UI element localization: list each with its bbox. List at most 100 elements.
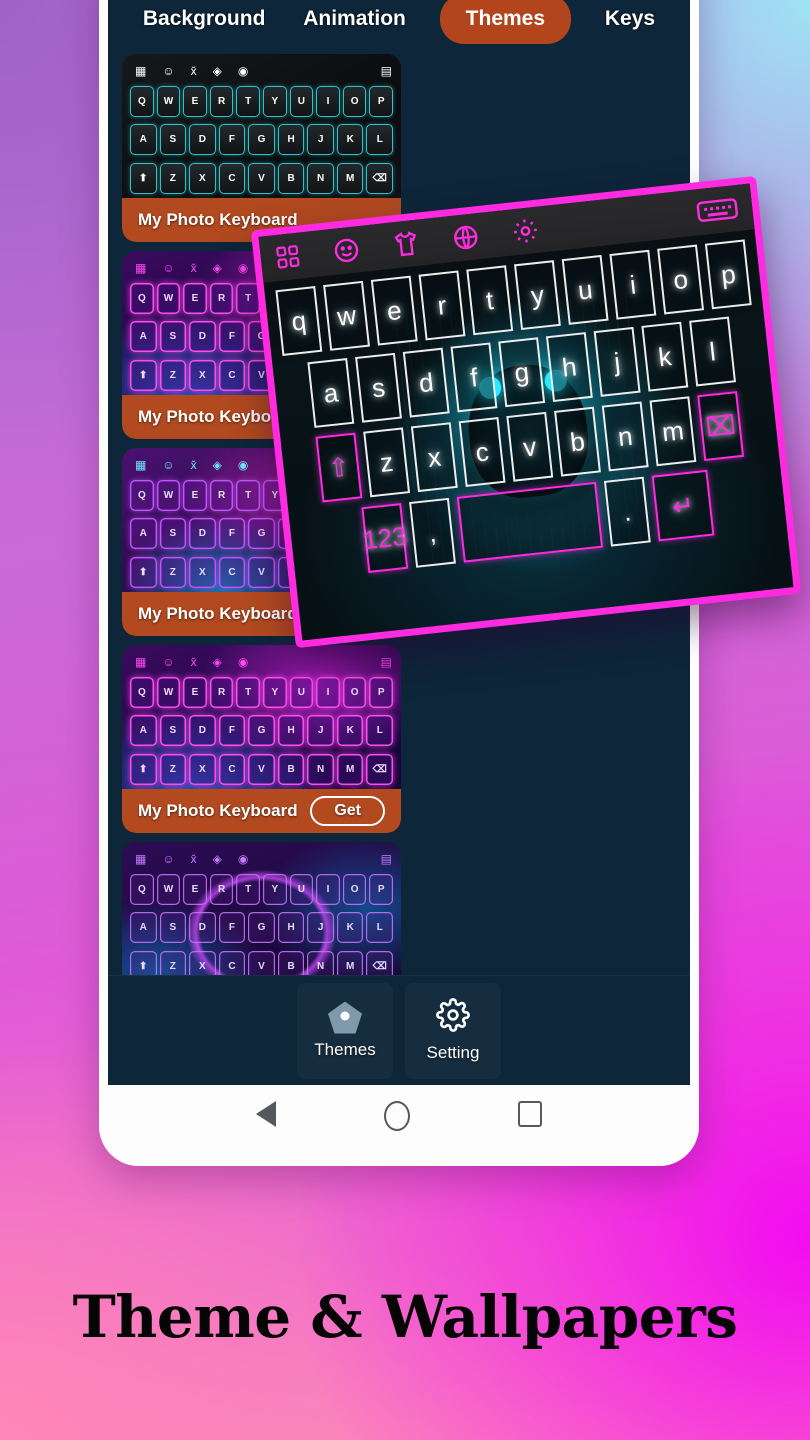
- overlay-key-p[interactable]: p: [704, 239, 752, 310]
- back-button-icon[interactable]: [256, 1101, 276, 1127]
- overlay-key-backspace[interactable]: ⌧: [697, 391, 745, 462]
- grid-icon: ▦: [135, 261, 147, 275]
- preview-key: Q: [130, 479, 154, 511]
- overlay-key-r[interactable]: r: [418, 270, 466, 341]
- preview-key: X: [189, 556, 216, 588]
- bottom-nav-item-setting[interactable]: Setting: [405, 983, 501, 1079]
- grid-icon: ▦: [135, 64, 147, 78]
- preview-key: D: [189, 124, 216, 156]
- overlay-key-enter[interactable]: ↵: [651, 469, 715, 542]
- tab-themes[interactable]: Themes: [439, 0, 572, 44]
- tab-animation[interactable]: Animation: [299, 0, 410, 43]
- preview-key: K: [336, 715, 364, 747]
- overlay-key-a[interactable]: a: [307, 358, 355, 428]
- overlay-key-u[interactable]: u: [561, 254, 609, 325]
- preview-key: P: [369, 85, 393, 117]
- smiley-icon[interactable]: [331, 235, 362, 266]
- keyboard-icon: ▤: [380, 655, 392, 669]
- preview-key: T: [236, 676, 260, 708]
- preview-key: P: [369, 676, 393, 708]
- preview-key: F: [218, 912, 246, 944]
- overlay-key-o[interactable]: o: [657, 244, 705, 315]
- preview-toolbar: ▦ ☺ x̆ ◈ ◉ ▤: [127, 60, 396, 82]
- tab-background[interactable]: Background: [139, 0, 270, 43]
- smiley-icon: ☺: [162, 852, 175, 866]
- theme-card-title: My Photo Keyboard: [138, 210, 298, 229]
- preview-key: A: [129, 518, 157, 550]
- overlay-key-g[interactable]: g: [498, 337, 546, 408]
- overlay-key-b[interactable]: b: [554, 406, 601, 477]
- bottom-nav-item-themes[interactable]: Themes: [297, 983, 393, 1079]
- recents-button-icon[interactable]: [518, 1101, 542, 1127]
- preview-key: O: [342, 873, 367, 905]
- preview-key: H: [277, 912, 305, 944]
- overlay-key-h[interactable]: h: [545, 332, 593, 403]
- preview-key: I: [316, 873, 340, 905]
- preview-key: B: [277, 753, 305, 785]
- tab-keys[interactable]: Keys: [601, 0, 659, 43]
- overlay-key-s[interactable]: s: [355, 352, 402, 423]
- overlay-key-f[interactable]: f: [450, 342, 498, 413]
- keyboard-icon: ▤: [380, 852, 392, 866]
- overlay-key-m[interactable]: m: [649, 396, 697, 467]
- preview-key: E: [183, 85, 207, 117]
- keyboard-icon[interactable]: [695, 195, 740, 225]
- preview-key: V: [248, 162, 275, 194]
- overlay-key-space[interactable]: [456, 481, 604, 563]
- smiley-icon: ☺: [162, 458, 175, 472]
- tab-bar: Background Animation Themes Keys: [108, 0, 690, 44]
- bottom-nav: Themes Setting: [108, 975, 690, 1085]
- preview-key: L: [366, 124, 394, 156]
- get-button[interactable]: Get: [310, 796, 385, 826]
- preview-key: U: [289, 676, 314, 708]
- gear-icon: ◉: [237, 458, 249, 472]
- preview-key-row: ASDFGHJKL: [127, 909, 396, 948]
- preview-key: R: [209, 282, 234, 314]
- overlay-key-x[interactable]: x: [410, 422, 458, 493]
- gear-icon[interactable]: [510, 216, 541, 247]
- keyboard-preview-body: q w e r t y u i o p a s d f g h j k l ⇧ z x c v b n m ⌧ 123,. ↵: [258, 183, 794, 641]
- bottom-nav-label-themes: Themes: [314, 1039, 376, 1059]
- home-button-icon[interactable]: [384, 1101, 410, 1131]
- overlay-key-v[interactable]: v: [506, 411, 554, 482]
- preview-key: S: [159, 321, 187, 353]
- overlay-key-e[interactable]: e: [370, 275, 418, 346]
- shirt-icon: x̆: [190, 261, 197, 275]
- preview-key: ⬆: [129, 556, 157, 588]
- overlay-key-i[interactable]: i: [609, 249, 657, 320]
- overlay-key-y[interactable]: y: [513, 260, 561, 331]
- overlay-key-period[interactable]: .: [603, 476, 651, 547]
- preview-key: R: [209, 479, 234, 511]
- gear-icon: ◉: [237, 261, 249, 275]
- overlay-key-q[interactable]: q: [275, 286, 323, 356]
- overlay-key-n[interactable]: n: [601, 401, 649, 472]
- overlay-key-k[interactable]: k: [641, 321, 689, 392]
- gear-icon: [436, 998, 470, 1037]
- overlay-key-l[interactable]: l: [689, 316, 737, 387]
- grid-icon[interactable]: [274, 242, 303, 271]
- overlay-key-j[interactable]: j: [593, 326, 641, 397]
- preview-key: T: [236, 873, 260, 905]
- overlay-key-numeric[interactable]: 123: [361, 503, 409, 573]
- shirt-icon: x̆: [190, 655, 197, 669]
- keyboard-icon: ▤: [380, 64, 392, 78]
- overlay-key-c[interactable]: c: [458, 417, 506, 487]
- overlay-key-comma[interactable]: ,: [409, 497, 456, 568]
- preview-key: K: [336, 124, 364, 156]
- smiley-icon: ☺: [162, 64, 175, 78]
- preview-key: G: [248, 715, 275, 747]
- theme-card[interactable]: ▦☺x̆◈◉▤QWERTYUIOPASDFGHJKL⬆ZXCVBNM⌫123,⎵…: [122, 54, 401, 242]
- preview-key: S: [159, 518, 187, 550]
- overlay-key-z[interactable]: z: [363, 427, 411, 498]
- shirt-icon[interactable]: [391, 229, 422, 260]
- theme-card[interactable]: ▦☺x̆◈◉▤QWERTYUIOPASDFGHJKL⬆ZXCVBNM⌫123,⎵…: [122, 645, 401, 833]
- globe-icon[interactable]: [450, 222, 481, 253]
- overlay-key-t[interactable]: t: [466, 265, 514, 336]
- overlay-key-d[interactable]: d: [402, 347, 450, 418]
- preview-key: B: [277, 162, 305, 194]
- preview-key: H: [277, 124, 305, 156]
- overlay-key-shift[interactable]: ⇧: [315, 432, 363, 503]
- overlay-key-w[interactable]: w: [323, 280, 371, 351]
- preview-key: W: [156, 873, 181, 905]
- globe-icon: ◈: [212, 64, 222, 78]
